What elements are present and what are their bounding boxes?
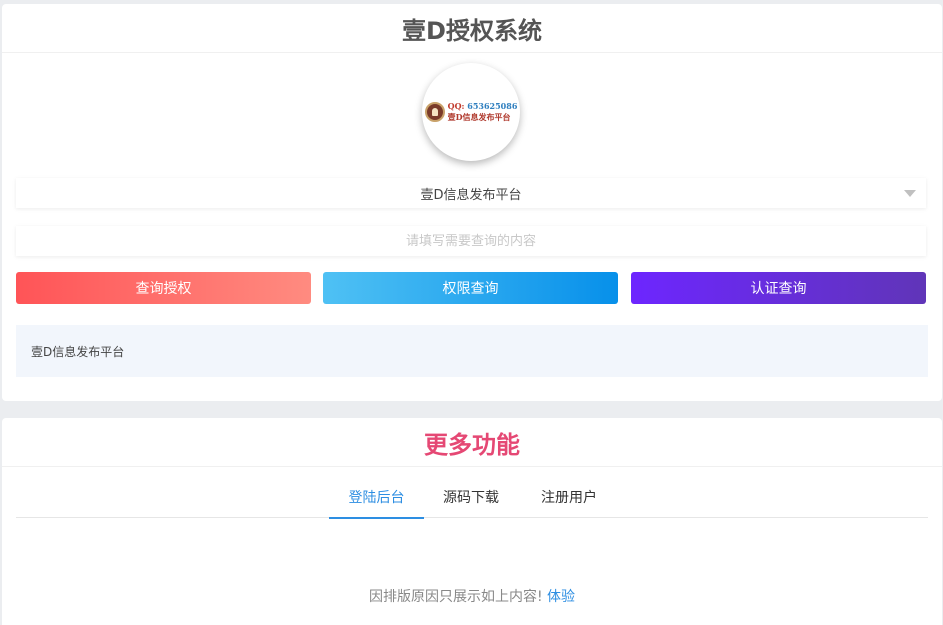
query-auth-button[interactable]: 查询授权 <box>16 272 311 304</box>
experience-link[interactable]: 体验 <box>547 589 575 605</box>
tab-register-user[interactable]: 注册用户 <box>534 478 604 518</box>
layout-notice: 因排版原因只展示如上内容! 体验 <box>2 586 942 606</box>
certification-query-button[interactable]: 认证查询 <box>631 272 926 304</box>
platform-select[interactable]: 壹D信息发布平台 <box>16 178 926 208</box>
platform-logo: QQ: 653625086 壹D信息发布平台 <box>422 63 520 161</box>
logo-content: QQ: 653625086 壹D信息发布平台 <box>425 101 518 123</box>
logo-qq-line: QQ: 653625086 <box>448 101 518 112</box>
page-title: 壹D授权系统 <box>402 11 542 46</box>
logo-name: 壹D信息发布平台 <box>448 112 518 123</box>
platform-select-value: 壹D信息发布平台 <box>420 184 521 203</box>
logo-qq-label: QQ: <box>448 101 465 111</box>
logo-seal-icon <box>425 102 445 122</box>
feature-tabs: 登陆后台 源码下载 注册用户 <box>16 478 928 518</box>
query-input[interactable] <box>16 226 926 256</box>
tab-login-admin[interactable]: 登陆后台 <box>329 478 424 518</box>
permission-query-button[interactable]: 权限查询 <box>323 272 618 304</box>
chevron-down-icon[interactable] <box>904 190 916 197</box>
tab-source-download[interactable]: 源码下载 <box>436 478 506 518</box>
more-features-title: 更多功能 <box>424 425 520 460</box>
more-features-header: 更多功能 <box>2 418 942 467</box>
logo-qq-number: 653625086 <box>467 101 517 111</box>
notice-text: 因排版原因只展示如上内容! <box>369 589 543 605</box>
result-panel: 壹D信息发布平台 <box>16 325 928 377</box>
auth-card: 壹D授权系统 QQ: 653625086 壹D信息发布平台 壹D信息发布平台 查… <box>2 4 942 401</box>
more-features-card: 更多功能 登陆后台 源码下载 注册用户 因排版原因只展示如上内容! 体验 <box>2 418 942 625</box>
auth-card-header: 壹D授权系统 <box>2 4 942 53</box>
result-text: 壹D信息发布平台 <box>31 343 124 360</box>
logo-text: QQ: 653625086 壹D信息发布平台 <box>448 101 518 123</box>
